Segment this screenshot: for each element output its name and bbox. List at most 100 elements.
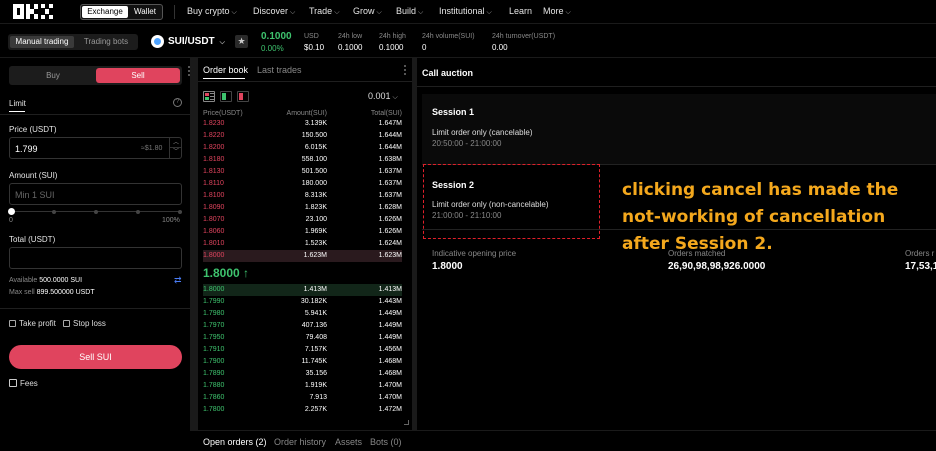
decrement-icon[interactable]: ﹀: [170, 148, 182, 157]
view-bids-icon[interactable]: [220, 91, 232, 102]
session-1-name: Session 1: [432, 107, 475, 117]
price-input[interactable]: 1.799 ≈$1.80 ︿ ﹀: [9, 137, 182, 159]
amount-cell: 1.969K: [304, 228, 327, 235]
take-profit-checkbox[interactable]: [9, 320, 16, 327]
resize-handle-icon[interactable]: [404, 420, 409, 425]
ask-row[interactable]: 1.8060 1.969K 1.626M: [203, 226, 402, 238]
trading-mode-tabs: Manual trading Trading bots: [8, 34, 138, 50]
total-cell: 1.626M: [378, 228, 402, 235]
side-toggle: Buy Sell: [9, 66, 182, 85]
amount-input[interactable]: Min 1 SUI: [9, 183, 182, 205]
ask-row[interactable]: 1.8180 558.100 1.638M: [203, 154, 402, 166]
tab-order-history[interactable]: Order history: [274, 437, 326, 447]
total-cell: 1.628M: [378, 204, 402, 211]
amount-cell: 180.000: [301, 180, 327, 187]
ask-row[interactable]: 1.8070 23.100 1.626M: [203, 214, 402, 226]
total-cell: 1.644M: [378, 132, 402, 139]
view-both-icon[interactable]: [203, 91, 215, 102]
price-cell: 1.8230: [203, 120, 225, 127]
bid-row[interactable]: 1.7880 1.919K 1.470M: [203, 380, 402, 392]
ask-row[interactable]: 1.8110 180.000 1.637M: [203, 178, 402, 190]
increment-icon[interactable]: ︿: [170, 138, 182, 148]
price-cell: 1.7900: [203, 358, 225, 365]
bid-row[interactable]: 1.7860 7.913 1.470M: [203, 392, 402, 404]
chevron-down-icon: ⌵: [219, 39, 225, 46]
bid-row[interactable]: 1.8000 1.413M 1.413M: [203, 284, 402, 296]
session-1-rule: Limit order only (cancelable): [432, 128, 533, 137]
trading-pair-selector[interactable]: SUI/USDT ⌵: [168, 36, 225, 47]
drag-handle[interactable]: [404, 65, 406, 75]
tab-trading-bots[interactable]: Trading bots: [76, 36, 136, 48]
transfer-icon[interactable]: ⇄: [174, 275, 182, 286]
nav-more[interactable]: More ⌵: [543, 6, 571, 17]
bid-row[interactable]: 1.7950 79.408 1.449M: [203, 332, 402, 344]
bid-row[interactable]: 1.7910 7.157K 1.456M: [203, 344, 402, 356]
exchange-wallet-toggle: Exchange Wallet: [80, 4, 163, 20]
nav-learn[interactable]: Learn: [509, 6, 532, 16]
total-cell: 1.472M: [378, 406, 402, 413]
stat-value: $0.10: [304, 43, 325, 52]
okx-logo[interactable]: [13, 4, 63, 19]
tab-bots[interactable]: Bots (0): [370, 437, 402, 447]
price-cell: 1.7990: [203, 298, 225, 305]
bid-row[interactable]: 1.7800 2.257K 1.472M: [203, 404, 402, 416]
ask-row[interactable]: 1.8230 3.139K 1.647M: [203, 118, 402, 130]
exchange-toggle-button[interactable]: Exchange: [82, 6, 128, 18]
price-stepper[interactable]: ︿ ﹀: [169, 138, 182, 158]
stat-value: 0.1000: [379, 43, 404, 52]
slider-handle[interactable]: [8, 208, 15, 215]
precision-selector[interactable]: 0.001 ⌵: [368, 91, 398, 102]
metric-value: 1.8000: [432, 261, 463, 272]
favorite-star-icon[interactable]: ★: [235, 35, 248, 48]
sell-sui-button[interactable]: Sell SUI: [9, 345, 182, 369]
session-2-time: 21:00:00 - 21:10:00: [432, 211, 502, 220]
slider-tick: [52, 210, 56, 214]
ask-row[interactable]: 1.8000 1.623M 1.623M: [203, 250, 402, 262]
bottom-tabs-bar: Open orders (2) Order history Assets Bot…: [190, 430, 936, 451]
ask-row[interactable]: 1.8100 8.313K 1.637M: [203, 190, 402, 202]
wallet-toggle-button[interactable]: Wallet: [129, 6, 161, 18]
bid-row[interactable]: 1.7980 5.941K 1.449M: [203, 308, 402, 320]
bid-row[interactable]: 1.7990 30.182K 1.443M: [203, 296, 402, 308]
price-cell: 1.7950: [203, 334, 225, 341]
sui-coin-icon: [151, 35, 164, 48]
bid-row[interactable]: 1.7900 11.745K 1.468M: [203, 356, 402, 368]
stop-loss-checkbox[interactable]: [63, 320, 70, 327]
tab-order-book[interactable]: Order book: [203, 65, 248, 75]
amount-label: Amount (SUI): [9, 171, 58, 180]
amount-cell: 6.015K: [304, 144, 327, 151]
ask-row[interactable]: 1.8130 501.500 1.637M: [203, 166, 402, 178]
order-type-limit[interactable]: Limit: [9, 99, 26, 108]
bid-row[interactable]: 1.7890 35.156 1.468M: [203, 368, 402, 380]
amount-cell: 3.139K: [304, 120, 327, 127]
view-asks-icon[interactable]: [237, 91, 249, 102]
nav-grow[interactable]: Grow ⌵: [353, 6, 382, 17]
info-icon[interactable]: ?: [173, 98, 182, 107]
tab-open-orders[interactable]: Open orders (2): [203, 437, 267, 447]
nav-trade[interactable]: Trade ⌵: [309, 6, 340, 17]
nav-buy-crypto[interactable]: Buy crypto ⌵: [187, 6, 237, 17]
total-input[interactable]: [9, 247, 182, 269]
nav-discover[interactable]: Discover ⌵: [253, 6, 295, 17]
tab-manual-trading[interactable]: Manual trading: [10, 36, 74, 48]
amount-cell: 2.257K: [304, 406, 327, 413]
ask-row[interactable]: 1.8220 150.500 1.644M: [203, 130, 402, 142]
ask-row[interactable]: 1.8200 6.015K 1.644M: [203, 142, 402, 154]
buy-tab[interactable]: Buy: [11, 68, 95, 83]
amount-cell: 11.745K: [301, 358, 327, 365]
fees-link[interactable]: Fees: [20, 379, 38, 388]
bid-row[interactable]: 1.7970 407.136 1.449M: [203, 320, 402, 332]
total-cell: 1.449M: [378, 310, 402, 317]
nav-institutional[interactable]: Institutional ⌵: [439, 6, 492, 17]
precision-value: 0.001: [368, 91, 391, 101]
sell-tab[interactable]: Sell: [96, 68, 180, 83]
tab-assets[interactable]: Assets: [335, 437, 362, 447]
ask-row[interactable]: 1.8090 1.823K 1.628M: [203, 202, 402, 214]
ask-row[interactable]: 1.8010 1.523K 1.624M: [203, 238, 402, 250]
call-auction-title: Call auction: [422, 68, 474, 78]
price-cell: 1.8220: [203, 132, 225, 139]
amount-cell: 35.156: [305, 370, 327, 377]
nav-build[interactable]: Build ⌵: [396, 6, 423, 17]
tab-last-trades[interactable]: Last trades: [257, 65, 302, 75]
price-cell: 1.7980: [203, 310, 225, 317]
